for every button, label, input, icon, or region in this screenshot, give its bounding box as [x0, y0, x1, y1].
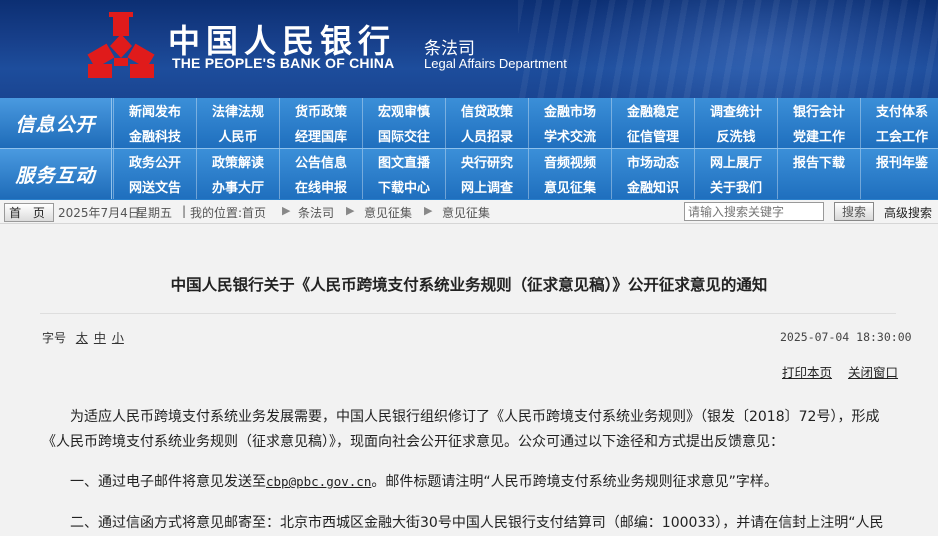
nav-item	[860, 174, 938, 199]
nav-item[interactable]: 下载中心	[362, 174, 445, 199]
publish-datetime: 2025-07-04 18:30:00	[780, 330, 912, 344]
font-size-medium[interactable]: 中	[94, 331, 106, 345]
nav-category-service[interactable]: 服务互动	[0, 149, 112, 199]
nav-item[interactable]: 意见征集	[528, 174, 611, 199]
nav-item[interactable]: 调查统计	[694, 98, 777, 123]
chevron-right-icon: ▶	[282, 204, 291, 217]
nav-item[interactable]: 货币政策	[279, 98, 362, 123]
nav-item[interactable]: 网上展厅	[694, 149, 777, 174]
nav-item[interactable]: 宏观审慎	[362, 98, 445, 123]
nav-item[interactable]: 网上调查	[445, 174, 528, 199]
print-page-link[interactable]: 打印本页	[782, 362, 832, 381]
search-input[interactable]	[684, 202, 824, 221]
nav-item[interactable]: 网送文告	[113, 174, 196, 199]
nav-item[interactable]: 银行会计	[777, 98, 860, 123]
font-size-small[interactable]: 小	[112, 331, 124, 345]
nav-item	[777, 174, 860, 199]
chevron-right-icon: ▶	[346, 204, 355, 217]
nav-item[interactable]: 学术交流	[528, 123, 611, 148]
nav-item[interactable]: 新闻发布	[113, 98, 196, 123]
nav-item[interactable]: 在线申报	[279, 174, 362, 199]
font-size-selector: 字号 太中小	[42, 329, 124, 346]
nav-item[interactable]: 办事大厅	[196, 174, 279, 199]
nav-item[interactable]: 信贷政策	[445, 98, 528, 123]
banner-stripes	[518, 0, 938, 98]
nav-item[interactable]: 金融科技	[113, 123, 196, 148]
bank-name-en: THE PEOPLE'S BANK OF CHINA	[172, 55, 395, 71]
nav-row-service: 服务互动 政务公开 政策解读 公告信息 图文直播 央行研究 音频视频 市场动态 网上展厅 报告下…	[0, 149, 938, 199]
nav-item[interactable]: 反洗钱	[694, 123, 777, 148]
nav-item[interactable]: 国际交往	[362, 123, 445, 148]
article-content: 中国人民银行关于《人民币跨境支付系统业务规则（征求意见稿）》公开征求意见的通知 …	[0, 225, 938, 531]
nav-item[interactable]: 关于我们	[694, 174, 777, 199]
chevron-right-icon: ▶	[424, 204, 433, 217]
paragraph-email-prefix: 一、通过电子邮件将意见发送至	[70, 474, 266, 490]
close-window-link[interactable]: 关闭窗口	[848, 362, 898, 381]
nav-item[interactable]: 公告信息	[279, 149, 362, 174]
nav-item[interactable]: 市场动态	[611, 149, 694, 174]
current-date: 2025年7月4日	[58, 206, 140, 220]
email-link[interactable]: cbp@pbc.gov.cn	[266, 474, 371, 489]
pboc-logo-icon[interactable]	[86, 12, 156, 82]
nav-grid-info: 新闻发布 法律法规 货币政策 宏观审慎 信贷政策 金融市场 金融稳定 调查统计 银行会计 支付体系…	[113, 98, 938, 148]
title-divider	[40, 313, 896, 314]
nav-item[interactable]: 征信管理	[611, 123, 694, 148]
nav-item[interactable]: 金融稳定	[611, 98, 694, 123]
nav-item[interactable]: 金融知识	[611, 174, 694, 199]
breadcrumb-item[interactable]: 意见征集	[364, 204, 412, 221]
paragraph-intro: 为适应人民币跨境支付系统业务发展需要，中国人民银行组织修订了《人民币跨境支付系统…	[42, 409, 880, 450]
nav-item[interactable]: 工会工作	[860, 123, 938, 148]
separator: |	[182, 204, 187, 218]
nav-item[interactable]: 政策解读	[196, 149, 279, 174]
nav-category-info[interactable]: 信息公开	[0, 98, 112, 148]
nav-item[interactable]: 经理国库	[279, 123, 362, 148]
home-button[interactable]: 首 页	[4, 203, 54, 222]
advanced-search-link[interactable]: 高级搜索	[884, 204, 932, 221]
font-size-large[interactable]: 太	[76, 331, 88, 345]
nav-grid-service: 政务公开 政策解读 公告信息 图文直播 央行研究 音频视频 市场动态 网上展厅 报告下载 报刊年鉴…	[113, 149, 938, 199]
nav-item[interactable]: 支付体系	[860, 98, 938, 123]
nav-item[interactable]: 党建工作	[777, 123, 860, 148]
nav-item[interactable]: 人员招录	[445, 123, 528, 148]
nav-item[interactable]: 央行研究	[445, 149, 528, 174]
nav-item[interactable]: 报刊年鉴	[860, 149, 938, 174]
nav-item[interactable]: 政务公开	[113, 149, 196, 174]
nav-item[interactable]: 音频视频	[528, 149, 611, 174]
paragraph-mail: 二、通过信函方式将意见邮寄至：北京市西城区金融大街30号中国人民银行支付结算司（…	[70, 515, 884, 531]
paragraph-email: 一、通过电子邮件将意见发送至cbp@pbc.gov.cn。邮件标题请注明“人民币…	[42, 469, 898, 495]
article-title: 中国人民银行关于《人民币跨境支付系统业务规则（征求意见稿）》公开征求意见的通知	[170, 276, 768, 294]
breadcrumb-item[interactable]: 条法司	[298, 204, 334, 221]
breadcrumb-item[interactable]: 意见征集	[442, 204, 490, 221]
font-size-label: 字号	[42, 331, 67, 345]
breadcrumb-location[interactable]: 我的位置:首页	[190, 204, 266, 221]
breadcrumb-bar: 首 页 2025年7月4日 星期五 | 我的位置:首页 ▶ 条法司 ▶ 意见征集…	[0, 200, 938, 224]
department-name-en: Legal Affairs Department	[424, 56, 567, 71]
nav-item[interactable]: 法律法规	[196, 98, 279, 123]
nav-item[interactable]: 人民币	[196, 123, 279, 148]
nav-item[interactable]: 金融市场	[528, 98, 611, 123]
header-banner: 中国人民银行 THE PEOPLE'S BANK OF CHINA 条法司 Le…	[0, 0, 938, 98]
current-weekday: 星期五	[136, 206, 173, 220]
nav-item[interactable]: 图文直播	[362, 149, 445, 174]
nav-item[interactable]: 报告下载	[777, 149, 860, 174]
nav-row-info: 信息公开 新闻发布 法律法规 货币政策 宏观审慎 信贷政策 金融市场 金融稳定 调查统计 银行会…	[0, 98, 938, 148]
search-button[interactable]: 搜索	[834, 202, 874, 221]
main-nav: 信息公开 新闻发布 法律法规 货币政策 宏观审慎 信贷政策 金融市场 金融稳定 调查统计 银行会…	[0, 98, 938, 200]
paragraph-email-suffix: 。邮件标题请注明“人民币跨境支付系统业务规则征求意见”字样。	[371, 474, 778, 490]
